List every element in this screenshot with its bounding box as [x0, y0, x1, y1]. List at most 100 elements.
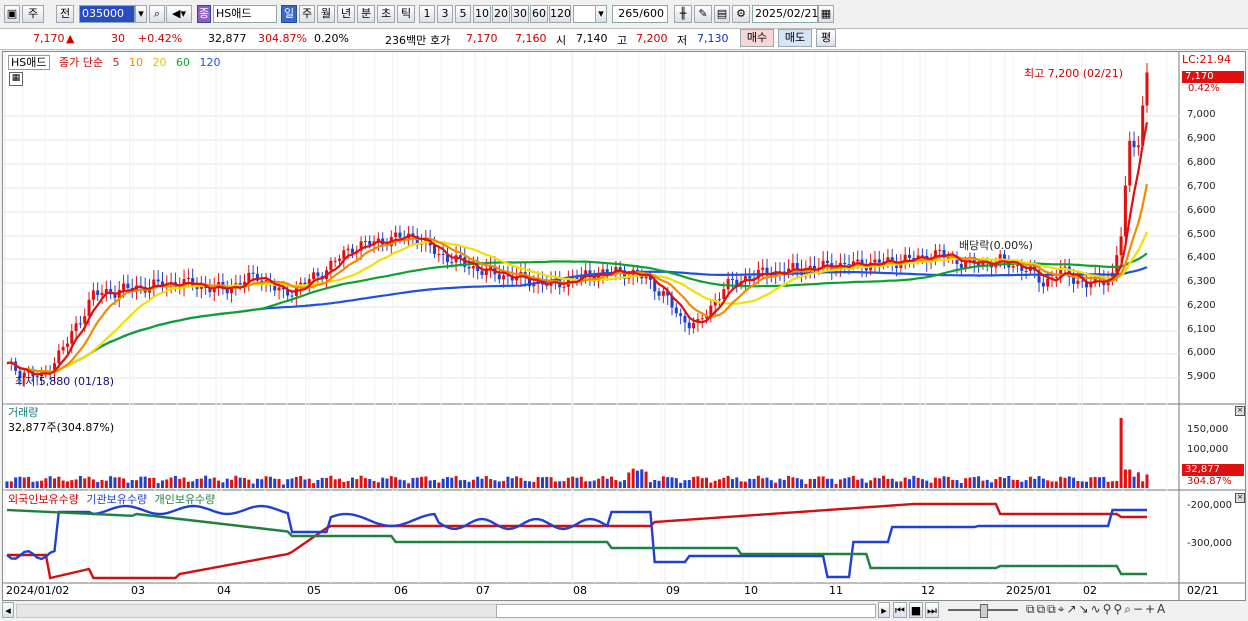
range-field[interactable]: 265/600: [612, 5, 668, 23]
volume-bar: [838, 479, 842, 488]
volume-bar: [882, 475, 886, 488]
volume-bar: [83, 478, 87, 488]
volume-bar: [705, 477, 709, 488]
period-tick-button[interactable]: 틱: [397, 5, 415, 23]
volume-bar: [933, 477, 937, 488]
volume-bar: [700, 478, 704, 488]
legend-ma120: 120: [199, 56, 221, 69]
period-week-button[interactable]: 주: [299, 5, 315, 23]
count-120-button[interactable]: 120: [549, 5, 571, 23]
price-tick: 7,000: [1187, 109, 1216, 120]
search-icon[interactable]: ⌕: [149, 5, 165, 23]
volume-bar: [307, 478, 311, 488]
volume-bar: [186, 481, 190, 488]
candle-body: [722, 289, 726, 300]
volume-bar: [135, 480, 139, 488]
candle-body: [303, 282, 307, 285]
period-month-button[interactable]: 월: [317, 5, 335, 23]
save-icon[interactable]: ▤: [714, 5, 730, 23]
candle-body: [692, 322, 696, 329]
scroll-left-icon[interactable]: ◂: [2, 602, 14, 618]
volume-bar: [260, 479, 264, 488]
candle-icon[interactable]: ╫: [674, 5, 692, 23]
candle-body: [70, 331, 74, 344]
custom-count-dropdown-icon[interactable]: ▾: [595, 5, 607, 23]
count-60-button[interactable]: 60: [530, 5, 548, 23]
volume-bar: [912, 475, 916, 488]
period-minute-button[interactable]: 분: [357, 5, 375, 23]
volume-bar: [1003, 478, 1006, 488]
volume-bar: [497, 481, 501, 488]
count-5-button[interactable]: 5: [455, 5, 471, 23]
volume-bar: [152, 477, 156, 488]
legend-institution: 기관보유수량: [86, 493, 148, 506]
stop-icon[interactable]: ■: [909, 602, 923, 618]
volume-bar: [316, 479, 320, 488]
grid-toggle-icon[interactable]: ▦: [9, 72, 23, 86]
window-icon[interactable]: ▣: [4, 5, 20, 23]
volume-bar: [515, 476, 519, 488]
drawing-tools[interactable]: ⧉⧉⧉⌖↗↘∿⚲⚲⌕−+A: [1026, 602, 1167, 617]
volume-bar: [1020, 481, 1024, 488]
period-day-button[interactable]: 일: [281, 5, 297, 23]
volume-bar: [592, 480, 596, 488]
candle-body: [730, 279, 734, 281]
period-second-button[interactable]: 초: [377, 5, 395, 23]
volume-bar: [169, 477, 173, 488]
volume-bar: [942, 476, 946, 488]
volume-bar: [847, 477, 851, 488]
volume-bar: [571, 476, 575, 488]
eval-button[interactable]: 평: [816, 29, 836, 47]
scroll-track[interactable]: [16, 604, 498, 618]
volume-bar: [661, 476, 665, 488]
scroll-right-icon[interactable]: ▸: [878, 602, 890, 618]
volume-bar: [199, 478, 203, 488]
period-year-button[interactable]: 년: [337, 5, 355, 23]
forward-icon[interactable]: ⏭: [925, 602, 939, 618]
volume-bar: [800, 479, 804, 488]
date-field[interactable]: 2025/02/21: [752, 5, 818, 23]
candle-body: [398, 232, 402, 238]
gear-icon[interactable]: ⚙: [732, 5, 750, 23]
volume-bar: [843, 478, 847, 488]
count-20-button[interactable]: 20: [492, 5, 510, 23]
legend-foreign: 외국인보유수량: [8, 493, 79, 506]
volume-bar: [657, 480, 661, 488]
volume-bar: [18, 476, 22, 488]
volume-bar: [890, 478, 894, 488]
volume-bar: [445, 477, 449, 488]
edit-icon[interactable]: ✎: [694, 5, 712, 23]
volume-bar: [359, 475, 363, 488]
holding-panel-close-icon[interactable]: ×: [1235, 493, 1245, 503]
calendar-icon[interactable]: ▦: [818, 5, 834, 23]
candle-body: [65, 343, 69, 347]
volume-bar: [869, 480, 873, 488]
volume-bar: [618, 481, 622, 488]
rewind-icon[interactable]: ⏮: [893, 602, 907, 618]
kind-select[interactable]: 주: [22, 5, 44, 23]
buy-button[interactable]: 매수: [740, 29, 774, 47]
volume-bar: [290, 478, 294, 488]
volume-bar: [959, 483, 963, 488]
volume-bar: [920, 479, 924, 488]
sound-icon[interactable]: ◀▾: [166, 5, 192, 23]
count-1-button[interactable]: 1: [419, 5, 435, 23]
count-30-button[interactable]: 30: [511, 5, 529, 23]
volume-panel-close-icon[interactable]: ×: [1235, 406, 1245, 416]
volume-bar: [251, 483, 255, 488]
volume-bar: [540, 477, 544, 488]
volume-bar: [100, 479, 104, 488]
code-input[interactable]: 035000: [79, 5, 135, 23]
zoom-slider-handle[interactable]: [980, 604, 988, 618]
candle-body: [1063, 266, 1067, 268]
prev-button[interactable]: 전: [56, 5, 74, 23]
count-3-button[interactable]: 3: [437, 5, 453, 23]
candle-body: [1041, 282, 1045, 287]
volume-bar: [985, 479, 989, 488]
sell-button[interactable]: 매도: [778, 29, 812, 47]
volume-bar: [1089, 477, 1093, 488]
count-10-button[interactable]: 10: [473, 5, 491, 23]
code-dropdown-icon[interactable]: ▾: [135, 5, 147, 23]
scroll-thumb[interactable]: [496, 604, 876, 618]
volume-bar: [1085, 481, 1089, 488]
